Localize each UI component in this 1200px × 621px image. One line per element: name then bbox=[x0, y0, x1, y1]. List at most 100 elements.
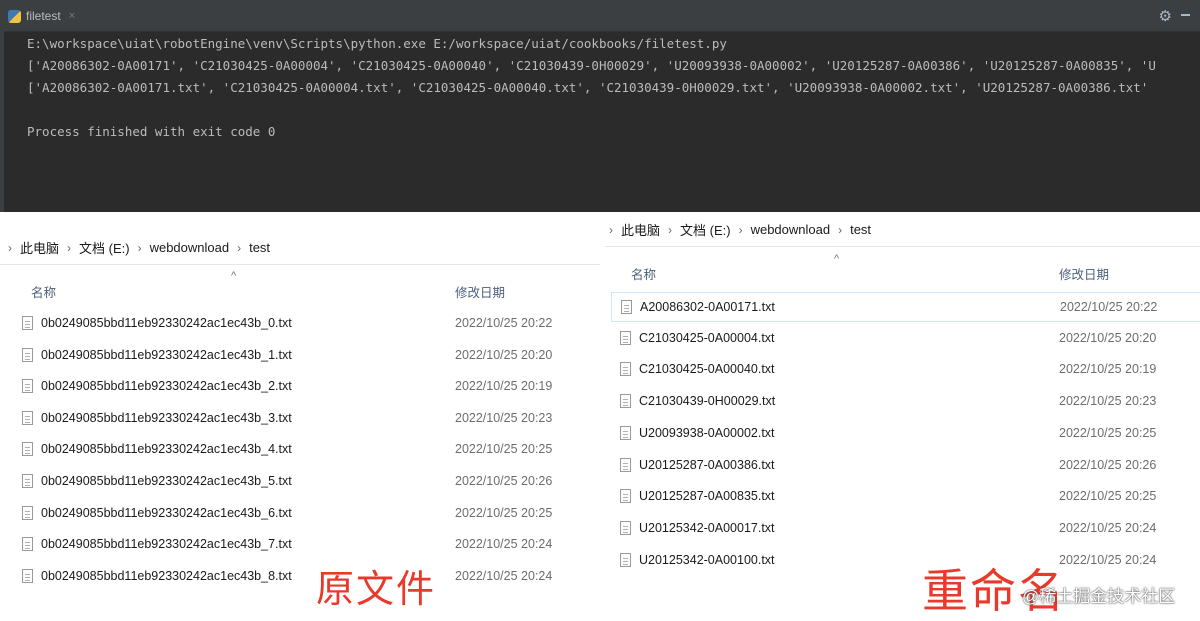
file-row[interactable]: A20086302-0A00171.txt 2022/10/25 20:22 bbox=[611, 292, 1200, 322]
file-name: 0b0249085bbd11eb92330242ac1ec43b_8.txt bbox=[41, 568, 292, 583]
file-row[interactable]: C21030425-0A00004.txt 2022/10/25 20:20 bbox=[611, 324, 1200, 352]
text-file-icon bbox=[22, 379, 33, 394]
file-row[interactable]: 0b0249085bbd11eb92330242ac1ec43b_8.txt 20… bbox=[14, 562, 594, 590]
text-file-icon bbox=[22, 537, 33, 552]
breadcrumb-item[interactable]: webdownload bbox=[751, 222, 831, 237]
file-modified-date: 2022/10/25 20:24 bbox=[455, 537, 553, 552]
divider bbox=[0, 264, 600, 265]
tab-title: filetest bbox=[26, 9, 61, 23]
file-modified-date: 2022/10/25 20:26 bbox=[455, 474, 553, 488]
text-file-icon bbox=[22, 474, 33, 488]
file-row[interactable]: C21030425-0A00040.txt 2022/10/25 20:19 bbox=[611, 355, 1200, 383]
file-name: U20125342-0A00100.txt bbox=[639, 552, 775, 567]
breadcrumb-item[interactable]: test bbox=[850, 222, 871, 237]
file-name: C21030439-0H00029.txt bbox=[639, 394, 776, 409]
text-file-icon bbox=[621, 300, 632, 314]
chevron-right-icon: › bbox=[738, 222, 743, 237]
tab-filetest[interactable]: filetest × bbox=[8, 6, 75, 26]
console-line: ['A20086302-0A00171', 'C21030425-0A00004… bbox=[27, 58, 1156, 73]
file-name: 0b0249085bbd11eb92330242ac1ec43b_7.txt bbox=[41, 537, 292, 552]
file-name: U20125342-0A00017.txt bbox=[639, 520, 775, 535]
breadcrumb: › 此电脑 › 文档 (E:) › webdownload › test bbox=[8, 238, 270, 257]
file-row[interactable]: U20125287-0A00835.txt 2022/10/25 20:25 bbox=[611, 482, 1200, 510]
breadcrumb-item[interactable]: webdownload bbox=[150, 240, 230, 255]
console-line: E:\workspace\uiat\robotEngine\venv\Scrip… bbox=[27, 36, 727, 51]
column-header-date[interactable]: 修改日期 bbox=[455, 282, 505, 301]
breadcrumb-item[interactable]: 文档 (E:) bbox=[79, 238, 130, 257]
file-modified-date: 2022/10/25 20:25 bbox=[1059, 425, 1157, 440]
breadcrumb-item[interactable]: test bbox=[249, 240, 270, 255]
column-header-date[interactable]: 修改日期 bbox=[1059, 264, 1109, 283]
file-row[interactable]: 0b0249085bbd11eb92330242ac1ec43b_6.txt 20… bbox=[14, 499, 594, 527]
text-file-icon bbox=[620, 552, 631, 567]
run-console: filetest × ⚙ E:\workspace\uiat\robotEngi… bbox=[0, 0, 1200, 212]
text-file-icon bbox=[620, 425, 631, 440]
breadcrumb: › 此电脑 › 文档 (E:) › webdownload › test bbox=[609, 220, 871, 239]
file-row[interactable]: 0b0249085bbd11eb92330242ac1ec43b_4.txt 20… bbox=[14, 435, 594, 463]
breadcrumb-item[interactable]: 此电脑 bbox=[20, 238, 59, 257]
file-row[interactable]: C21030439-0H00029.txt 2022/10/25 20:23 bbox=[611, 387, 1200, 415]
file-modified-date: 2022/10/25 20:25 bbox=[1059, 489, 1157, 504]
file-modified-date: 2022/10/25 20:23 bbox=[455, 410, 553, 425]
breadcrumb-item[interactable]: 文档 (E:) bbox=[680, 220, 731, 239]
file-row[interactable]: 0b0249085bbd11eb92330242ac1ec43b_1.txt 20… bbox=[14, 341, 594, 369]
close-icon[interactable]: × bbox=[69, 10, 75, 22]
chevron-right-icon: › bbox=[668, 222, 673, 237]
breadcrumb-item[interactable]: 此电脑 bbox=[621, 220, 660, 239]
file-name: U20125287-0A00835.txt bbox=[639, 489, 775, 504]
file-modified-date: 2022/10/25 20:25 bbox=[455, 442, 553, 457]
text-file-icon bbox=[620, 520, 631, 535]
gear-icon[interactable]: ⚙ bbox=[1159, 7, 1172, 25]
sort-up-icon: ^ bbox=[231, 270, 237, 282]
column-header-name[interactable]: 名称 bbox=[631, 264, 656, 283]
file-row[interactable]: U20125287-0A00386.txt 2022/10/25 20:26 bbox=[611, 451, 1200, 479]
file-row[interactable]: 0b0249085bbd11eb92330242ac1ec43b_7.txt 20… bbox=[14, 530, 594, 558]
divider bbox=[605, 246, 1200, 247]
text-file-icon bbox=[620, 394, 631, 409]
text-file-icon bbox=[22, 410, 33, 425]
file-name: U20093938-0A00002.txt bbox=[639, 425, 775, 440]
right-file-explorer: › 此电脑 › 文档 (E:) › webdownload › test ^ 名… bbox=[605, 212, 1200, 620]
file-row[interactable]: U20093938-0A00002.txt 2022/10/25 20:25 bbox=[611, 419, 1200, 447]
file-row[interactable]: U20125342-0A00100.txt 2022/10/25 20:24 bbox=[611, 546, 1200, 574]
text-file-icon bbox=[620, 362, 631, 377]
minimize-icon[interactable] bbox=[1181, 14, 1190, 16]
console-output: E:\workspace\uiat\robotEngine\venv\Scrip… bbox=[27, 33, 1200, 143]
file-modified-date: 2022/10/25 20:19 bbox=[1059, 362, 1157, 377]
chevron-right-icon: › bbox=[67, 240, 72, 255]
chevron-right-icon: › bbox=[137, 240, 142, 255]
file-row[interactable]: U20125342-0A00017.txt 2022/10/25 20:24 bbox=[611, 514, 1200, 542]
chevron-right-icon: › bbox=[237, 240, 242, 255]
chevron-right-icon: › bbox=[8, 240, 12, 255]
file-row[interactable]: 0b0249085bbd11eb92330242ac1ec43b_2.txt 20… bbox=[14, 372, 594, 400]
text-file-icon bbox=[22, 347, 33, 362]
file-name: C21030425-0A00004.txt bbox=[639, 330, 775, 345]
console-line: ['A20086302-0A00171.txt', 'C21030425-0A0… bbox=[27, 80, 1149, 95]
console-tab-bar: filetest × ⚙ bbox=[4, 0, 1200, 32]
annotation-original-files: 原文件 bbox=[316, 567, 437, 611]
watermark: @稀土掘金技术社区 bbox=[1022, 587, 1176, 606]
text-file-icon bbox=[620, 457, 631, 472]
file-row[interactable]: 0b0249085bbd11eb92330242ac1ec43b_0.txt 20… bbox=[14, 309, 594, 337]
file-name: 0b0249085bbd11eb92330242ac1ec43b_4.txt bbox=[41, 442, 292, 457]
file-name: A20086302-0A00171.txt bbox=[640, 300, 775, 314]
file-modified-date: 2022/10/25 20:22 bbox=[1060, 300, 1158, 314]
chevron-right-icon: › bbox=[838, 222, 843, 237]
file-modified-date: 2022/10/25 20:24 bbox=[1059, 552, 1157, 567]
file-modified-date: 2022/10/25 20:24 bbox=[455, 568, 553, 583]
file-modified-date: 2022/10/25 20:20 bbox=[455, 347, 553, 362]
file-name: 0b0249085bbd11eb92330242ac1ec43b_3.txt bbox=[41, 410, 292, 425]
file-name: 0b0249085bbd11eb92330242ac1ec43b_0.txt bbox=[41, 316, 292, 330]
file-modified-date: 2022/10/25 20:20 bbox=[1059, 330, 1157, 345]
file-name: 0b0249085bbd11eb92330242ac1ec43b_6.txt bbox=[41, 505, 292, 520]
file-modified-date: 2022/10/25 20:25 bbox=[455, 505, 553, 520]
file-modified-date: 2022/10/25 20:23 bbox=[1059, 394, 1157, 409]
file-row[interactable]: 0b0249085bbd11eb92330242ac1ec43b_3.txt 20… bbox=[14, 404, 594, 432]
column-header-name[interactable]: 名称 bbox=[31, 282, 56, 301]
text-file-icon bbox=[22, 505, 33, 520]
file-row[interactable]: 0b0249085bbd11eb92330242ac1ec43b_5.txt 20… bbox=[14, 467, 594, 495]
file-modified-date: 2022/10/25 20:22 bbox=[455, 316, 553, 330]
text-file-icon bbox=[22, 316, 33, 330]
file-name: C21030425-0A00040.txt bbox=[639, 362, 775, 377]
file-name: 0b0249085bbd11eb92330242ac1ec43b_1.txt bbox=[41, 347, 292, 362]
